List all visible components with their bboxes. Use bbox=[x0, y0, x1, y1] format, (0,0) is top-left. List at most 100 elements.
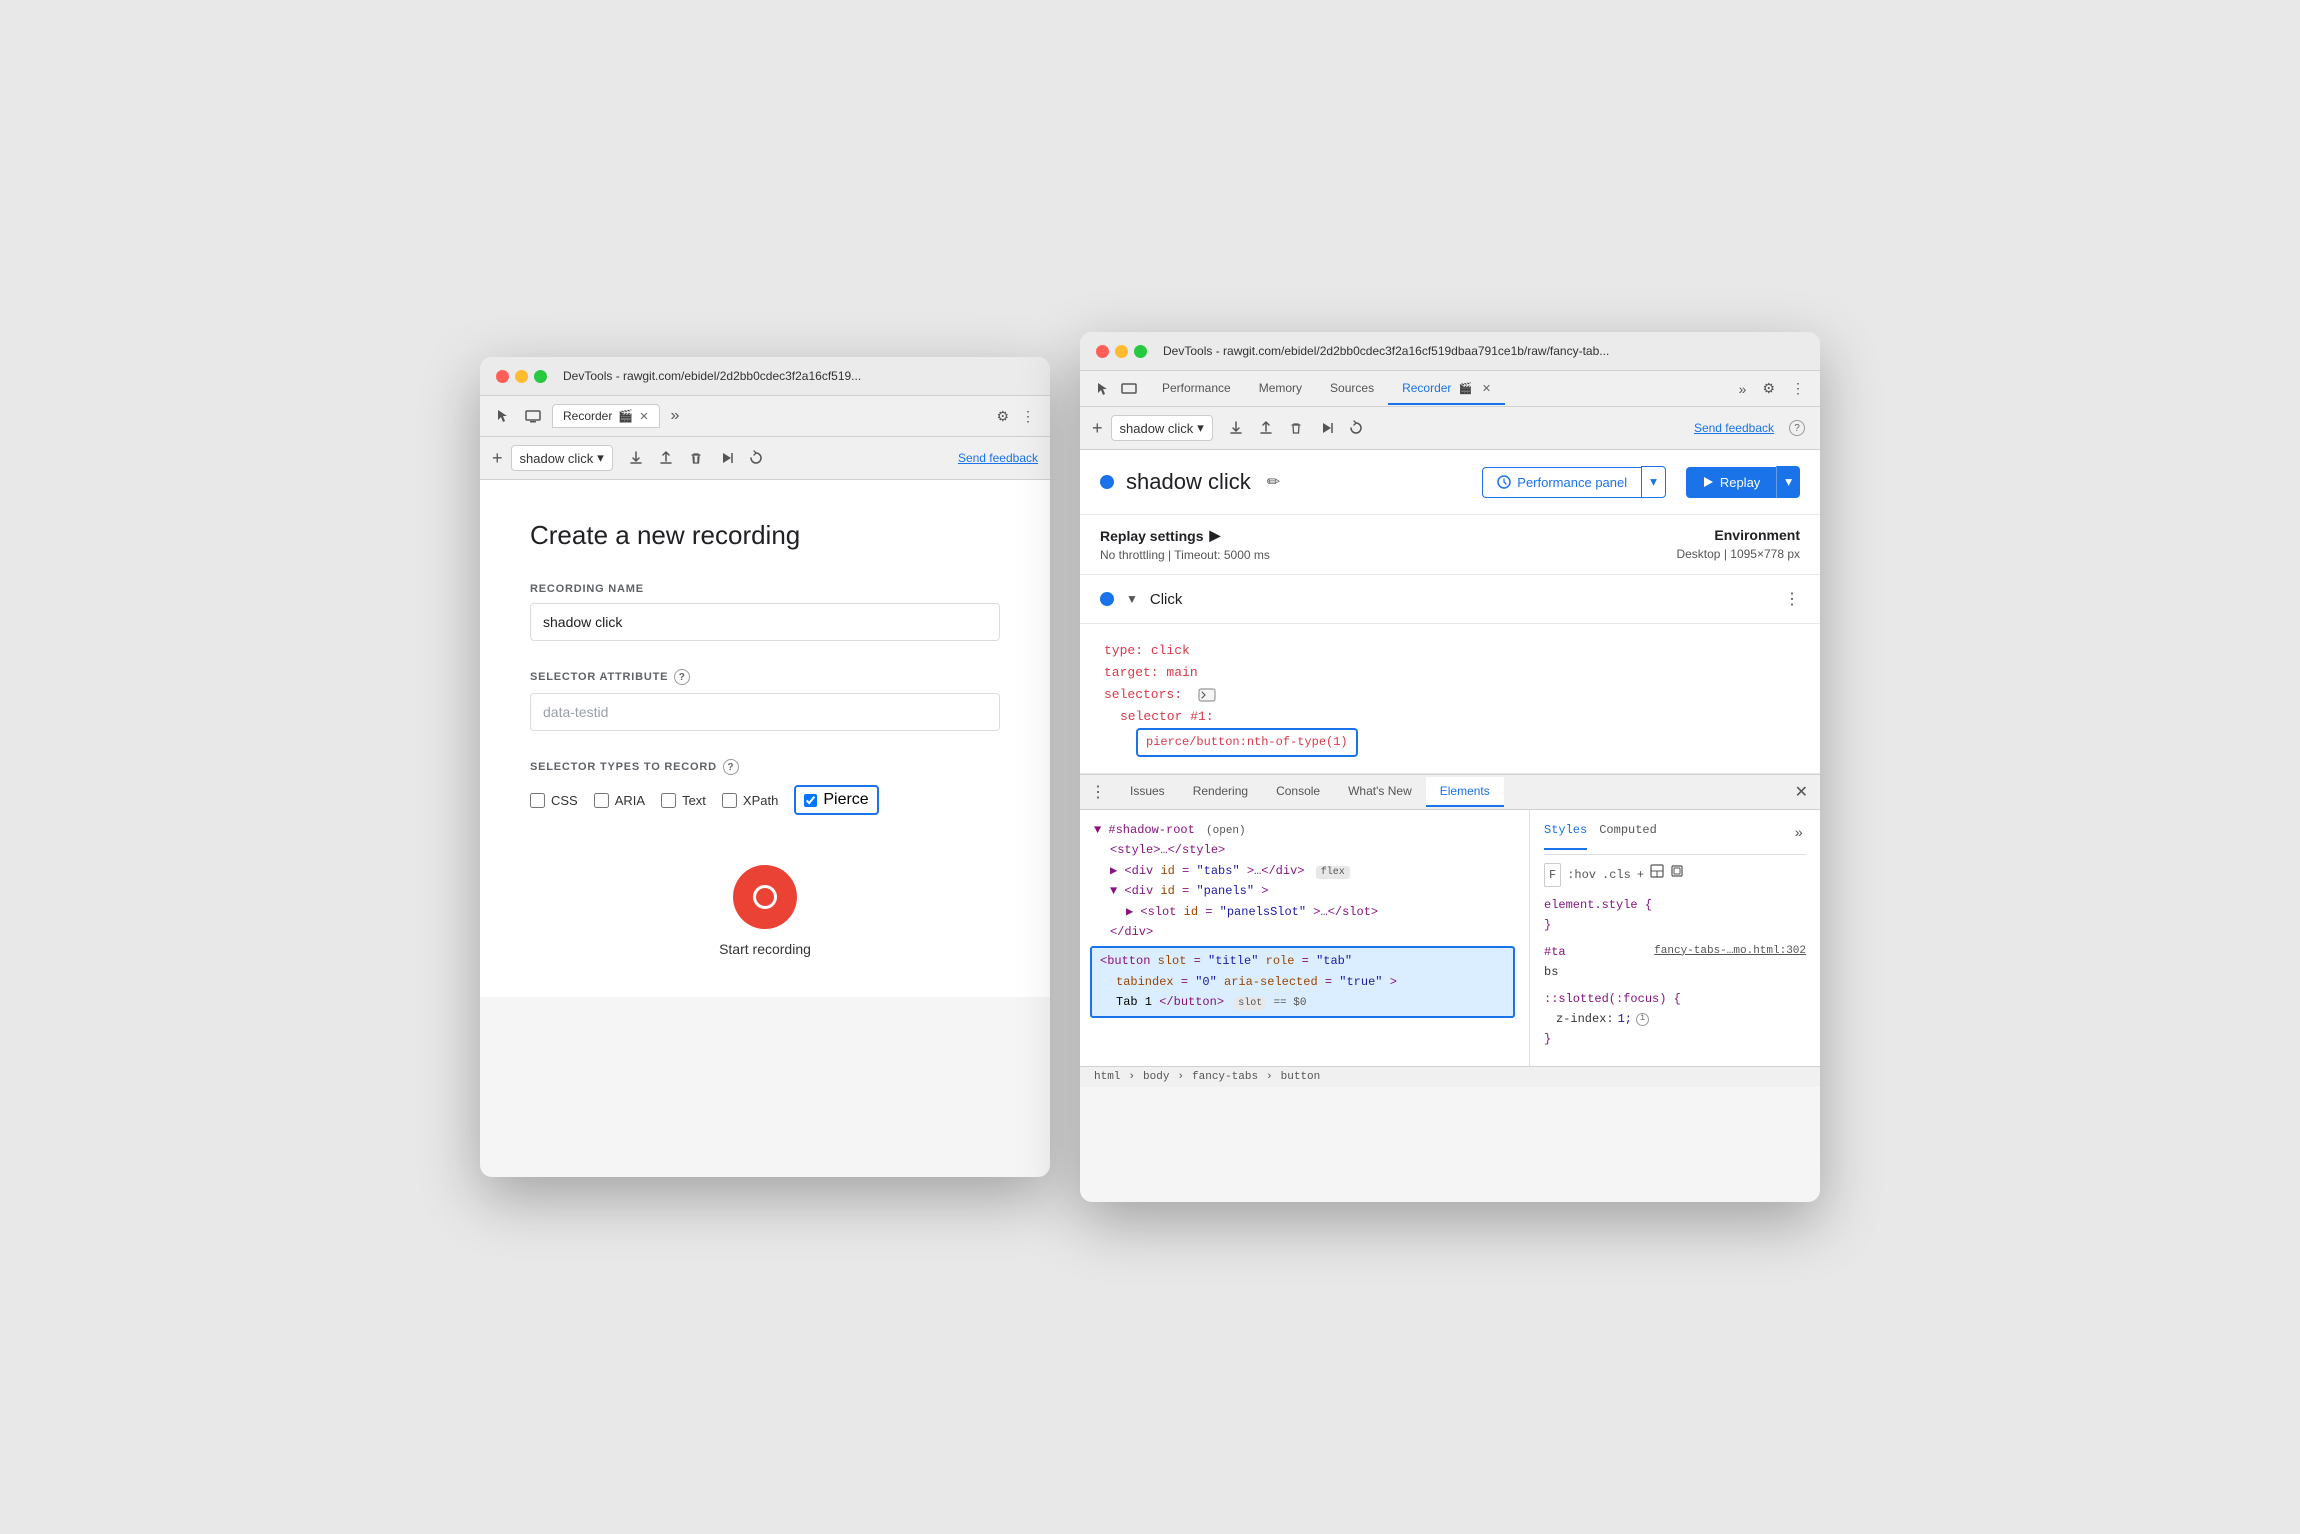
recorder-tab-close[interactable]: ✕ bbox=[1482, 383, 1491, 395]
tab-elements[interactable]: Elements bbox=[1426, 777, 1504, 807]
layout-icon[interactable] bbox=[1650, 864, 1664, 885]
import-icon[interactable] bbox=[655, 447, 677, 469]
more-tabs-right-icon[interactable]: » bbox=[1736, 378, 1750, 400]
performance-panel-dropdown[interactable]: ▾ bbox=[1641, 466, 1666, 498]
more-tabs-icon[interactable]: » bbox=[668, 404, 683, 428]
styles-tab-computed[interactable]: Computed bbox=[1599, 820, 1657, 850]
play-step-icon-right[interactable] bbox=[1315, 417, 1337, 439]
styles-tab-styles[interactable]: Styles bbox=[1544, 820, 1587, 850]
html-selected-button-line[interactable]: <button slot = "title" role = "tab" tabi… bbox=[1090, 946, 1515, 1017]
send-feedback-link-right[interactable]: Send feedback bbox=[1694, 421, 1774, 435]
import-icon-right[interactable] bbox=[1255, 417, 1277, 439]
maximize-button-right[interactable] bbox=[1134, 345, 1147, 358]
breadcrumb-bar: html › body › fancy-tabs › button bbox=[1080, 1066, 1820, 1087]
tab-memory[interactable]: Memory bbox=[1245, 373, 1316, 405]
recording-select-left[interactable]: shadow click ▾ bbox=[511, 445, 613, 471]
selector-types-section: SELECTOR TYPES TO RECORD ? CSS ARIA Text bbox=[530, 759, 1000, 815]
recorder-tab-label: Recorder bbox=[563, 409, 612, 423]
replay-dropdown-button[interactable]: ▾ bbox=[1776, 466, 1800, 498]
aria-checkbox-item[interactable]: ARIA bbox=[594, 793, 645, 808]
step-collapse-arrow[interactable]: ▼ bbox=[1126, 592, 1138, 606]
bottom-menu-icon[interactable]: ⋮ bbox=[1080, 775, 1116, 809]
traffic-lights-right bbox=[1096, 345, 1147, 358]
xpath-checkbox[interactable] bbox=[722, 793, 737, 808]
computed-box-icon[interactable] bbox=[1670, 864, 1684, 885]
text-checkbox-item[interactable]: Text bbox=[661, 793, 706, 808]
close-button[interactable] bbox=[496, 370, 509, 383]
more-styles-tabs-icon[interactable]: » bbox=[1792, 820, 1806, 850]
more-options-right-icon[interactable]: ⋮ bbox=[1788, 377, 1808, 400]
style-rule-ta: #ta fancy-tabs-…mo.html:302 bs bbox=[1544, 942, 1806, 983]
help-icon-right[interactable]: ? bbox=[1786, 417, 1808, 439]
export-icon-right[interactable] bbox=[1225, 417, 1247, 439]
selector-types-info-icon[interactable]: ? bbox=[723, 759, 739, 775]
breadcrumb-button[interactable]: button bbox=[1281, 1071, 1321, 1083]
recorder-tab-left[interactable]: Recorder 🎬 ✕ bbox=[552, 404, 660, 428]
cursor-icon-right[interactable] bbox=[1092, 378, 1114, 400]
css-checkbox[interactable] bbox=[530, 793, 545, 808]
filter-input[interactable]: F bbox=[1544, 863, 1561, 887]
devtools-close-panel-icon[interactable]: ✕ bbox=[1783, 775, 1820, 809]
xpath-checkbox-item[interactable]: XPath bbox=[722, 793, 778, 808]
tab-recorder[interactable]: Recorder 🎬 ✕ bbox=[1388, 373, 1505, 405]
close-button-right[interactable] bbox=[1096, 345, 1109, 358]
pierce-checkbox-highlighted[interactable]: Pierce bbox=[794, 785, 878, 815]
breadcrumb-fancy-tabs[interactable]: fancy-tabs bbox=[1192, 1071, 1258, 1083]
more-options-icon[interactable]: ⋮ bbox=[1018, 405, 1038, 428]
devtools-bottom-tabs: ⋮ Issues Rendering Console What's New El… bbox=[1080, 774, 1820, 810]
device-toggle-icon[interactable] bbox=[522, 405, 544, 427]
replay-main-button[interactable]: Replay bbox=[1686, 467, 1776, 498]
style-file-link[interactable]: fancy-tabs-…mo.html:302 bbox=[1654, 942, 1806, 962]
minimize-button[interactable] bbox=[515, 370, 528, 383]
tab-issues[interactable]: Issues bbox=[1116, 777, 1179, 807]
performance-panel-button[interactable]: Performance panel bbox=[1482, 467, 1641, 498]
add-recording-button[interactable]: + bbox=[492, 448, 503, 469]
css-checkbox-item[interactable]: CSS bbox=[530, 793, 578, 808]
add-style-btn[interactable]: + bbox=[1637, 865, 1644, 885]
tab-rendering[interactable]: Rendering bbox=[1179, 777, 1262, 807]
play-step-icon[interactable] bbox=[715, 447, 737, 469]
breadcrumb-html[interactable]: html bbox=[1094, 1071, 1120, 1083]
tab-close-icon[interactable]: ✕ bbox=[639, 410, 648, 423]
style-rule-element: element.style { } bbox=[1544, 895, 1806, 936]
recording-name-input[interactable] bbox=[530, 603, 1000, 641]
html-line-shadow-root: ▼ #shadow-root (open) bbox=[1094, 820, 1515, 841]
toolbar-action-icons bbox=[625, 447, 767, 469]
breadcrumb-body[interactable]: body bbox=[1143, 1071, 1169, 1083]
pierce-checkbox[interactable] bbox=[804, 794, 817, 807]
tab-performance[interactable]: Performance bbox=[1148, 373, 1245, 405]
aria-checkbox[interactable] bbox=[594, 793, 609, 808]
start-recording-button[interactable] bbox=[733, 865, 797, 929]
devtools-cursor-icon[interactable] bbox=[492, 405, 514, 427]
recording-select-right[interactable]: shadow click ▾ bbox=[1111, 415, 1213, 441]
selector-value-highlight[interactable]: pierce/button:nth-of-type(1) bbox=[1136, 728, 1358, 756]
hover-toggle[interactable]: :hov bbox=[1567, 865, 1596, 885]
equals-badge: == $0 bbox=[1273, 997, 1306, 1009]
selector-attr-input[interactable] bbox=[530, 693, 1000, 731]
add-recording-button-right[interactable]: + bbox=[1092, 418, 1103, 439]
class-toggle[interactable]: .cls bbox=[1602, 865, 1631, 885]
maximize-button[interactable] bbox=[534, 370, 547, 383]
replay-icon[interactable] bbox=[745, 447, 767, 469]
export-icon[interactable] bbox=[625, 447, 647, 469]
tab-console[interactable]: Console bbox=[1262, 777, 1334, 807]
settings-icon[interactable]: ⚙ bbox=[993, 405, 1012, 428]
delete-icon[interactable] bbox=[685, 447, 707, 469]
devtools-tab-icons: » ⚙ ⋮ bbox=[1736, 371, 1808, 406]
html-line-panels-div: ▼ <div id = "panels" > bbox=[1094, 881, 1515, 901]
settings-right-icon[interactable]: ⚙ bbox=[1759, 377, 1778, 400]
replay-icon-right[interactable] bbox=[1345, 417, 1367, 439]
send-feedback-link-left[interactable]: Send feedback bbox=[958, 451, 1038, 465]
selector-attr-info-icon[interactable]: ? bbox=[674, 669, 690, 685]
tab-sources[interactable]: Sources bbox=[1316, 373, 1388, 405]
delete-icon-right[interactable] bbox=[1285, 417, 1307, 439]
replay-settings-title[interactable]: Replay settings ▶ bbox=[1100, 527, 1676, 544]
minimize-button-right[interactable] bbox=[1115, 345, 1128, 358]
step-more-options[interactable]: ⋮ bbox=[1784, 589, 1800, 609]
edit-icon[interactable]: ✏ bbox=[1267, 472, 1280, 492]
code-line-target: target: main bbox=[1104, 662, 1796, 684]
device-icon-right[interactable] bbox=[1118, 378, 1140, 400]
text-checkbox[interactable] bbox=[661, 793, 676, 808]
z-index-info-icon[interactable]: i bbox=[1636, 1013, 1649, 1026]
tab-whats-new[interactable]: What's New bbox=[1334, 777, 1426, 807]
